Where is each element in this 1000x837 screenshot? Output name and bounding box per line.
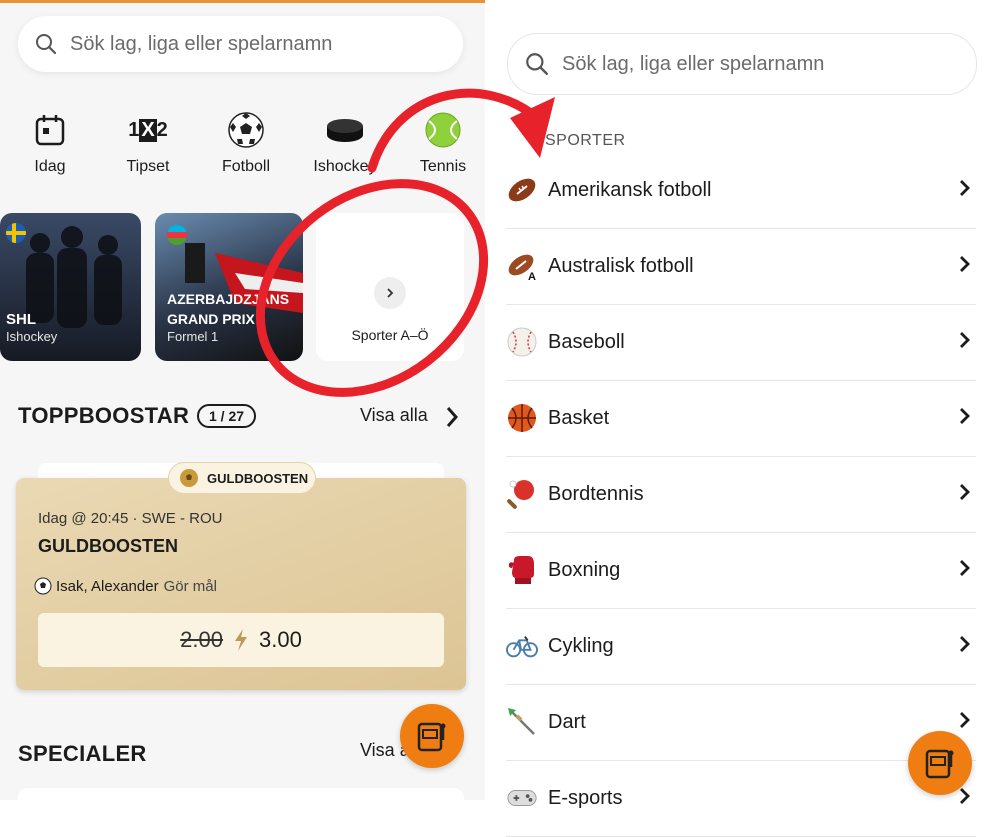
card-subtitle: Ishockey [6, 329, 58, 344]
new-odds: 3.00 [259, 627, 302, 652]
search-input[interactable]: Sök lag, liga eller spelarnamn [18, 16, 463, 72]
card-title: AZERBAJDZJANS GRAND PRIX [167, 291, 290, 327]
search-placeholder: Sök lag, liga eller spelarnamn [70, 32, 333, 55]
chevron-right-icon [958, 406, 972, 431]
chevron-right-icon [958, 330, 972, 355]
quick-item-fotboll[interactable]: Fotboll [216, 108, 276, 176]
lightning-icon [235, 629, 247, 651]
player-name: Isak, Alexander [56, 577, 159, 595]
odds-button[interactable]: 2.00 3.00 [38, 613, 444, 667]
section-title: SPECIALER [18, 741, 147, 766]
card-formel1[interactable]: AZERBAJDZJANS GRAND PRIX Formel 1 [155, 213, 303, 361]
sport-label: Amerikansk fotboll [548, 178, 712, 201]
sport-label: Baseboll [548, 330, 625, 353]
sport-row[interactable]: A Australisk fotboll [506, 228, 976, 305]
sport-label: Cykling [548, 634, 614, 657]
boost-title: GULDBOOSTEN [38, 536, 179, 556]
soccer-ball-icon [216, 108, 276, 152]
slot-machine-icon [925, 749, 954, 779]
boxing-glove-icon [506, 554, 538, 586]
hockey-puck-icon [310, 108, 380, 152]
quick-item-tipset[interactable]: 1X2 Tipset [118, 108, 178, 176]
sport-label: Basket [548, 406, 610, 429]
sport-row[interactable]: Amerikansk fotboll [506, 152, 976, 229]
old-odds: 2.00 [180, 627, 223, 652]
boost-badge: GULDBOOSTEN [168, 462, 316, 494]
top-accent-line [0, 0, 485, 3]
selection-line: Isak, Alexander Gör mål [34, 577, 217, 595]
market-name: Gör mål [163, 577, 217, 595]
sport-row[interactable]: E-sports [506, 760, 976, 837]
tennis-ball-icon [413, 108, 473, 152]
quick-item-tennis[interactable]: Tennis [413, 108, 473, 176]
chevron-right-icon [958, 482, 972, 507]
azerbaijan-flag-icon [167, 225, 187, 245]
quick-label: Idag [34, 158, 66, 175]
svg-text:A: A [528, 271, 536, 282]
american-football-icon [506, 174, 538, 206]
sport-row[interactable]: Boxning [506, 532, 976, 609]
baseball-icon [506, 326, 538, 358]
search-input[interactable]: Sök lag, liga eller spelarnamn [507, 33, 977, 95]
chevron-right-icon [958, 254, 972, 279]
section-label: SPORTER [545, 132, 626, 149]
card-subtitle: Formel 1 [167, 329, 219, 344]
casino-button[interactable] [400, 704, 464, 768]
sport-row[interactable]: Cykling [506, 608, 976, 685]
sport-row[interactable]: Bordtennis [506, 456, 976, 533]
chevron-right-icon [958, 710, 972, 735]
chevron-right-icon[interactable] [444, 405, 460, 429]
gamepad-icon [506, 782, 538, 814]
australian-football-icon: A [506, 250, 538, 282]
chevron-right-icon [958, 178, 972, 203]
left-panel: Sök lag, liga eller spelarnamn Idag 1X2 … [0, 0, 485, 800]
search-icon [526, 53, 548, 75]
card-label: Sporter A–Ö [351, 327, 429, 343]
gold-ball-icon [180, 469, 198, 487]
chevron-right-icon [958, 634, 972, 659]
section-title: TOPPBOOSTAR [18, 403, 190, 428]
sport-row[interactable]: Baseboll [506, 304, 976, 381]
quick-label: Tennis [419, 158, 467, 175]
quick-label: Ishockey [313, 158, 377, 175]
pager-badge: 1 / 27 [197, 404, 257, 428]
view-all-link[interactable]: Visa alla [360, 405, 428, 426]
calendar-icon [20, 108, 80, 152]
quick-label: Fotboll [221, 158, 271, 175]
sport-label: E-sports [548, 786, 623, 809]
chevron-right-icon [958, 558, 972, 583]
quick-label: Tipset [126, 158, 170, 175]
table-tennis-icon [506, 478, 538, 510]
event-meta: Idag @ 20:45 · SWE - ROU [38, 510, 223, 527]
quick-item-ishockey[interactable]: Ishockey [310, 108, 380, 176]
casino-button[interactable] [908, 731, 972, 795]
sport-label: Australisk fotboll [548, 254, 694, 277]
basketball-icon [506, 402, 538, 434]
sweden-flag-icon [6, 223, 26, 243]
bicycle-icon [506, 630, 538, 662]
soccer-ball-icon [34, 577, 52, 595]
search-placeholder: Sök lag, liga eller spelarnamn [562, 52, 825, 75]
quick-item-idag[interactable]: Idag [20, 108, 80, 176]
sport-label: Bordtennis [548, 482, 644, 505]
slot-machine-icon [417, 722, 446, 752]
sport-label: Boxning [548, 558, 621, 581]
dart-icon [506, 706, 538, 738]
chevron-right-icon [958, 786, 972, 811]
chevron-right-icon [374, 277, 406, 309]
card-title: SHL [6, 311, 36, 328]
specialer-card [18, 788, 464, 800]
card-sporter-a-o[interactable]: Sporter A–Ö [316, 213, 464, 361]
sport-row[interactable]: Basket [506, 380, 976, 457]
badge-label: GULDBOOSTEN [207, 470, 309, 486]
sport-row[interactable]: Dart [506, 684, 976, 761]
sport-label: Dart [548, 710, 586, 733]
1x2-icon: 1X2 [128, 118, 168, 142]
card-shl[interactable]: SHL Ishockey [0, 213, 141, 361]
search-icon [36, 34, 57, 55]
